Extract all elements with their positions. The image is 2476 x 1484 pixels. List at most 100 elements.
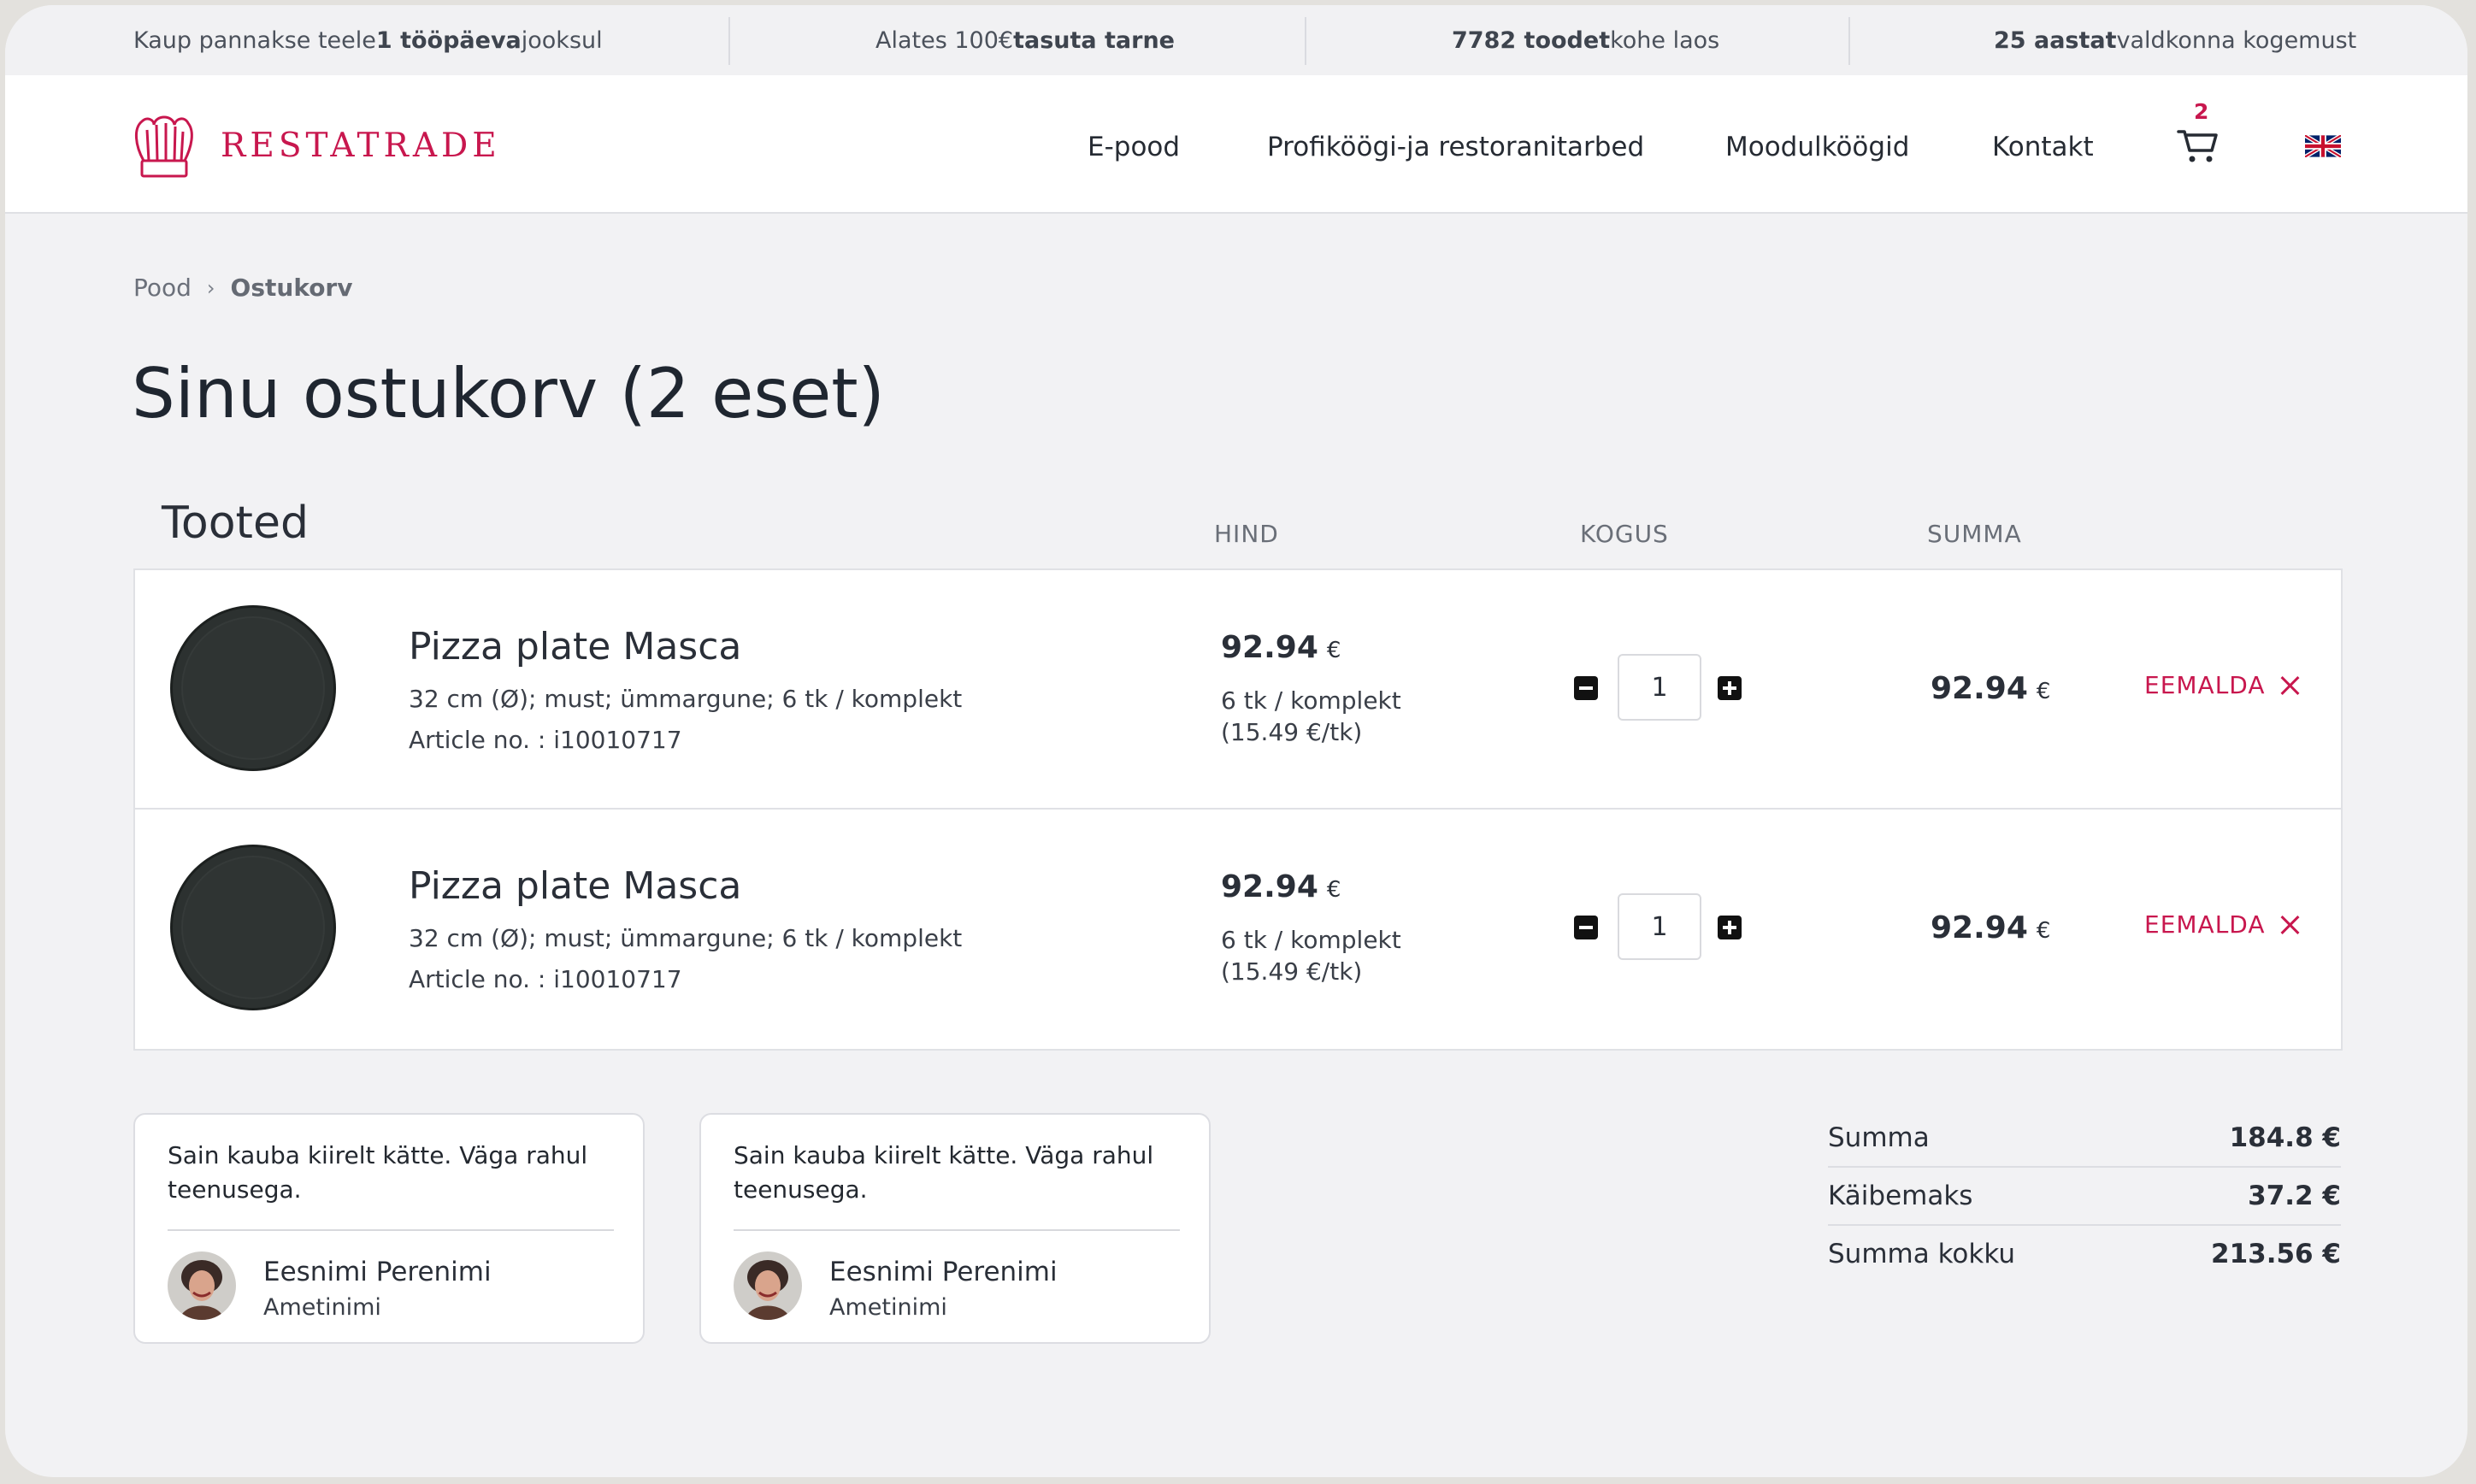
- totals-value: 213.56 €: [2211, 1239, 2341, 1269]
- sum-value: 92.94: [1931, 671, 2028, 706]
- quantity-input[interactable]: [1618, 654, 1701, 721]
- cart-count-badge: 2: [2194, 99, 2209, 124]
- unit-price: 92.94 €: [1221, 630, 1341, 665]
- pack-info: 6 tk / komplekt (15.49 €/tk): [1221, 924, 1401, 987]
- info-highlight: 7782 toodet: [1452, 26, 1611, 54]
- product-name-link[interactable]: Pizza plate Masca: [409, 864, 741, 908]
- breadcrumb: Pood › Ostukorv: [133, 274, 352, 302]
- sum-value: 92.94: [1931, 910, 2028, 945]
- close-icon: [2279, 675, 2300, 696]
- per-piece-price: (15.49 €/tk): [1221, 957, 1363, 986]
- column-header-sum: SUMMA: [1927, 520, 2022, 548]
- pack-size: 6 tk / komplekt: [1221, 686, 1401, 715]
- remove-label: EEMALDA: [2144, 671, 2266, 699]
- currency-symbol: €: [2036, 918, 2051, 944]
- cart-row: Pizza plate Masca 32 cm (Ø); must; ümmar…: [135, 570, 2341, 808]
- row-sum: 92.94 €: [1931, 671, 2050, 706]
- avatar: [168, 1251, 236, 1320]
- quantity-increase-button[interactable]: [1718, 676, 1742, 700]
- testimonial-card: Sain kauba kiirelt kätte. Väga rahul tee…: [133, 1113, 645, 1344]
- chevron-right-icon: ›: [206, 275, 215, 300]
- chef-hat-logo-icon[interactable]: [132, 111, 197, 181]
- totals-label: Käibemaks: [1828, 1181, 1973, 1211]
- product-description: 32 cm (Ø); must; ümmargune; 6 tk / kompl…: [409, 924, 963, 952]
- info-stock: 7782 toodet kohe laos: [1452, 5, 1719, 75]
- info-free-shipping: Alates 100€ tasuta tarne: [875, 5, 1175, 75]
- info-text: Alates 100€: [875, 26, 1014, 54]
- per-piece-price: (15.49 €/tk): [1221, 718, 1363, 746]
- info-bar: Kaup pannakse teele 1 tööpäeva jooksul A…: [5, 5, 2467, 75]
- unit-price: 92.94 €: [1221, 869, 1341, 904]
- column-header-price: HIND: [1214, 520, 1279, 548]
- totals-row-subtotal: Summa 184.8 €: [1828, 1110, 2341, 1168]
- product-article-number: Article no. : i10010717: [409, 726, 682, 754]
- info-delivery-time: Kaup pannakse teele 1 tööpäeva jooksul: [133, 5, 603, 75]
- currency-symbol: €: [1326, 638, 1341, 663]
- totals-row-vat: Käibemaks 37.2 €: [1828, 1168, 2341, 1226]
- pack-info: 6 tk / komplekt (15.49 €/tk): [1221, 685, 1401, 748]
- cart-row: Pizza plate Masca 32 cm (Ø); must; ümmar…: [135, 808, 2341, 1047]
- info-text: Kaup pannakse teele: [133, 26, 376, 54]
- remove-item-button[interactable]: EEMALDA: [2144, 910, 2300, 939]
- page-frame: Kaup pannakse teele 1 tööpäeva jooksul A…: [5, 5, 2467, 1477]
- currency-symbol: €: [2036, 679, 2051, 704]
- info-text: valdkonna kogemust: [2116, 26, 2357, 54]
- info-text: kohe laos: [1610, 26, 1720, 54]
- quantity-decrease-button[interactable]: [1574, 916, 1598, 939]
- uk-flag-icon[interactable]: [2305, 135, 2341, 157]
- testimonial-quote: Sain kauba kiirelt kätte. Väga rahul tee…: [734, 1141, 1154, 1204]
- price-value: 92.94: [1221, 630, 1318, 665]
- testimonial-author-name: Eesnimi Perenimi: [829, 1257, 1058, 1287]
- info-highlight: tasuta tarne: [1013, 26, 1175, 54]
- quantity-decrease-button[interactable]: [1574, 676, 1598, 700]
- testimonial-author-role: Ametinimi: [263, 1294, 381, 1321]
- product-image[interactable]: [169, 844, 337, 1011]
- divider: [168, 1229, 614, 1231]
- currency-symbol: €: [1326, 877, 1341, 903]
- page-title: Sinu ostukorv (2 eset): [132, 354, 885, 433]
- info-highlight: 25 aastat: [1994, 26, 2117, 54]
- testimonial-quote: Sain kauba kiirelt kätte. Väga rahul tee…: [168, 1141, 588, 1204]
- product-image[interactable]: [169, 604, 337, 772]
- cart-table: Pizza plate Masca 32 cm (Ø); must; ümmar…: [133, 568, 2343, 1051]
- brand-logo-text[interactable]: RESTATRADE: [221, 127, 501, 165]
- breadcrumb-shop-link[interactable]: Pood: [133, 274, 192, 302]
- product-article-number: Article no. : i10010717: [409, 965, 682, 993]
- quantity-input[interactable]: [1618, 893, 1701, 960]
- remove-label: EEMALDA: [2144, 910, 2266, 939]
- info-divider: [1305, 17, 1306, 65]
- site-header: RESTATRADE E-pood Profiköögi-ja restoran…: [5, 75, 2467, 214]
- breadcrumb-current: Ostukorv: [230, 274, 353, 302]
- info-text: jooksul: [521, 26, 603, 54]
- info-experience: 25 aastat valdkonna kogemust: [1994, 5, 2356, 75]
- product-name-link[interactable]: Pizza plate Masca: [409, 625, 741, 668]
- totals-label: Summa kokku: [1828, 1239, 2015, 1269]
- nav-contact[interactable]: Kontakt: [1992, 132, 2094, 162]
- remove-item-button[interactable]: EEMALDA: [2144, 671, 2300, 699]
- quantity-increase-button[interactable]: [1718, 916, 1742, 939]
- testimonial-card: Sain kauba kiirelt kätte. Väga rahul tee…: [699, 1113, 1211, 1344]
- price-value: 92.94: [1221, 869, 1318, 904]
- divider: [734, 1229, 1180, 1231]
- testimonial-author-role: Ametinimi: [829, 1294, 947, 1321]
- row-sum: 92.94 €: [1931, 910, 2050, 945]
- totals-value: 184.8 €: [2229, 1122, 2341, 1153]
- totals-value: 37.2 €: [2248, 1181, 2341, 1211]
- testimonial-author-name: Eesnimi Perenimi: [263, 1257, 492, 1287]
- column-header-quantity: KOGUS: [1580, 520, 1669, 548]
- nav-e-shop[interactable]: E-pood: [1088, 132, 1180, 162]
- product-description: 32 cm (Ø); must; ümmargune; 6 tk / kompl…: [409, 685, 963, 713]
- totals-row-grand-total: Summa kokku 213.56 €: [1828, 1226, 2341, 1282]
- shopping-cart-icon[interactable]: [2177, 121, 2220, 166]
- nav-modular-kitchens[interactable]: Moodulköögid: [1725, 132, 1909, 162]
- products-heading: Tooted: [162, 498, 309, 549]
- info-divider: [1848, 17, 1850, 65]
- pack-size: 6 tk / komplekt: [1221, 926, 1401, 954]
- avatar: [734, 1251, 802, 1320]
- nav-kitchen-supplies[interactable]: Profiköögi-ja restoranitarbed: [1267, 132, 1644, 162]
- close-icon: [2279, 915, 2300, 935]
- order-totals: Summa 184.8 € Käibemaks 37.2 € Summa kok…: [1828, 1110, 2341, 1282]
- info-divider: [728, 17, 730, 65]
- info-highlight: 1 tööpäeva: [375, 26, 522, 54]
- totals-label: Summa: [1828, 1122, 1930, 1153]
